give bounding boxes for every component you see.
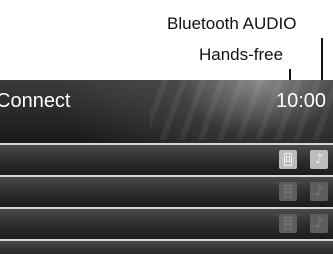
clock: 10:00: [276, 90, 327, 112]
phone-icon: [279, 214, 297, 233]
music-note-icon: ♪: [310, 150, 328, 169]
connect-screen: Connect 10:00 ♪ ♪ ♪: [0, 80, 333, 254]
device-list-item[interactable]: ♪: [0, 175, 333, 207]
music-note-icon: ♪: [310, 182, 328, 201]
hands-free-callout-label: Hands-free: [199, 45, 284, 64]
device-list-item[interactable]: ♪: [0, 143, 333, 175]
screen-title: Connect: [0, 90, 71, 112]
bluetooth-audio-callout-label: Bluetooth AUDIO: [167, 14, 297, 33]
device-list-item[interactable]: [0, 239, 333, 254]
phone-icon: [279, 182, 297, 201]
device-list-item[interactable]: ♪: [0, 207, 333, 239]
music-note-icon: ♪: [310, 214, 328, 233]
phone-icon: [279, 150, 297, 169]
